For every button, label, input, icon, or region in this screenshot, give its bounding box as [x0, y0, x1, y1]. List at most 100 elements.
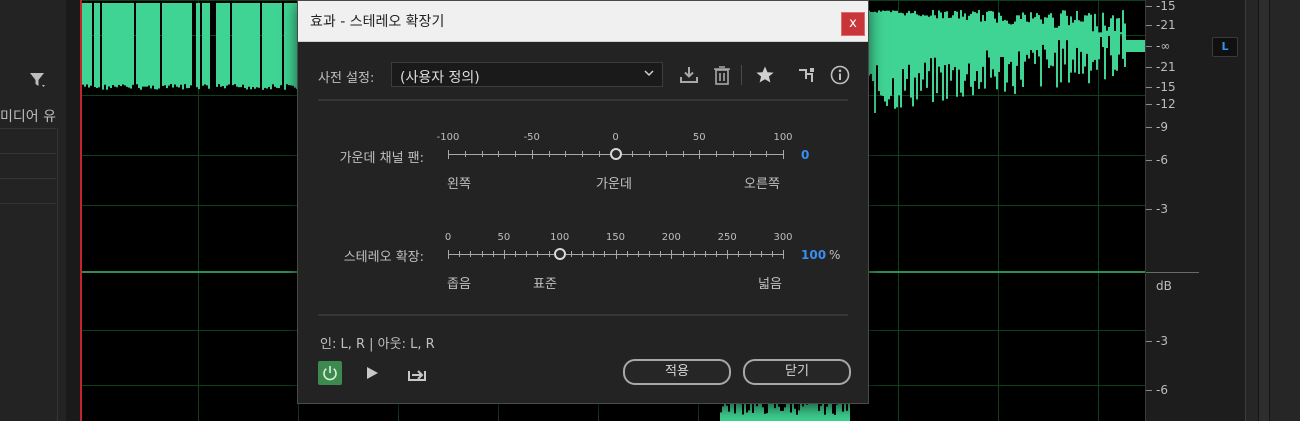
files-panel: 미디어 유 [0, 0, 67, 421]
power-toggle-button[interactable] [318, 361, 342, 385]
waveform-sample [782, 410, 784, 421]
channel-left-badge[interactable]: L [1212, 37, 1238, 57]
waveform-sample [918, 15, 920, 74]
waveform-sample [142, 3, 144, 87]
waveform-sample [114, 3, 116, 87]
slider-tick [598, 151, 600, 157]
playhead[interactable] [80, 0, 82, 421]
waveform-sample [108, 3, 110, 87]
ruler-tick: -3 [1146, 334, 1168, 348]
waveform-sample [802, 406, 804, 421]
slider-tick [693, 251, 695, 257]
ruler-tick: -15 [1146, 80, 1176, 94]
waveform-sample [198, 3, 200, 90]
waveform-sample [290, 3, 292, 86]
waveform-sample [172, 3, 174, 88]
waveform-sample [940, 12, 942, 73]
filter-icon[interactable] [28, 70, 48, 90]
waveform-sample [1052, 17, 1054, 67]
waveform-sample [208, 3, 210, 89]
waveform-sample [1038, 15, 1040, 57]
slider-tick [481, 151, 483, 157]
waveform-sample [1028, 22, 1030, 59]
waveform-sample [156, 3, 158, 90]
waveform-sample [792, 401, 794, 421]
waveform-sample [726, 405, 728, 421]
slider-tick [716, 151, 717, 157]
waveform-sample [898, 12, 900, 96]
slider-tick [481, 251, 483, 257]
ruler-tick: -15 [1146, 0, 1176, 13]
slider-tick [570, 251, 572, 257]
download-preset-icon[interactable] [678, 64, 700, 86]
info-icon[interactable] [829, 64, 851, 86]
waveform-sample [234, 3, 236, 85]
ruler-tick: -3 [1146, 202, 1168, 216]
waveform-sample [1056, 27, 1058, 88]
slider-thumb[interactable] [609, 148, 622, 160]
waveform-sample [1134, 40, 1136, 52]
ruler-tick: -6 [1146, 153, 1168, 167]
waveform-sample [206, 3, 208, 86]
waveform-sample [170, 3, 172, 85]
waveform-sample [1020, 18, 1022, 80]
slider-thumb[interactable] [553, 248, 566, 260]
waveform-sample [140, 3, 142, 90]
apply-button[interactable]: 적용 [623, 359, 731, 385]
waveform-sample [1128, 40, 1130, 52]
play-icon[interactable] [364, 365, 380, 381]
waveform-sample [952, 15, 954, 71]
waveform-sample [874, 11, 876, 113]
waveform-sample [1122, 10, 1124, 59]
waveform-sample [754, 401, 756, 421]
waveform-sample [84, 3, 86, 87]
waveform-sample [1098, 32, 1100, 60]
slider-tick [766, 151, 768, 157]
slider-tick [531, 149, 533, 159]
slider-tick [671, 249, 673, 259]
stereo-expand-value[interactable]: 100 [801, 248, 826, 262]
waveform-sample [178, 3, 180, 88]
vertical-scrollbar[interactable] [1258, 0, 1270, 421]
waveform-sample [1142, 40, 1144, 52]
expand-standard-label: 표준 [533, 277, 557, 292]
loop-export-icon[interactable] [406, 363, 428, 383]
waveform-sample [832, 413, 834, 421]
waveform-sample [956, 11, 958, 97]
waveform-sample [240, 3, 242, 88]
ruler-tick: -6 [1146, 383, 1168, 397]
waveform-sample [196, 3, 198, 88]
waveform-sample [872, 12, 874, 82]
scale-label: 50 [497, 232, 511, 243]
waveform-sample [236, 3, 238, 87]
waveform-sample [838, 401, 840, 421]
waveform-sample [938, 10, 940, 67]
waveform-sample [964, 13, 966, 81]
waveform-sample [722, 406, 724, 421]
routing-icon[interactable] [796, 64, 818, 86]
close-button[interactable]: 닫기 [743, 359, 851, 385]
waveform-sample [152, 3, 154, 86]
trash-icon[interactable] [711, 64, 733, 86]
channel-divider [1146, 272, 1200, 273]
io-routing-text: 인: L, R | 아웃: L, R [320, 337, 435, 352]
waveform-sample [268, 3, 270, 88]
close-icon[interactable]: x [841, 12, 865, 36]
waveform-sample [1084, 15, 1086, 67]
slider-tick [660, 251, 662, 257]
waveform-sample [106, 3, 108, 90]
star-icon[interactable] [754, 64, 776, 86]
waveform-sample [968, 15, 970, 64]
dialog-titlebar[interactable]: 효과 - 스테레오 확장기 x [298, 1, 868, 42]
slider-tick [665, 151, 667, 157]
scale-label: 300 [773, 232, 793, 243]
waveform-sample [166, 3, 168, 89]
waveform-sample [252, 3, 254, 87]
slider-tick [448, 249, 449, 259]
waveform-sample [1076, 10, 1078, 48]
slider-tick [682, 251, 684, 257]
waveform-sample [1104, 25, 1106, 80]
center-pan-value[interactable]: 0 [801, 148, 809, 162]
waveform-sample [264, 3, 266, 88]
preset-dropdown[interactable]: (사용자 정의) [391, 62, 663, 87]
